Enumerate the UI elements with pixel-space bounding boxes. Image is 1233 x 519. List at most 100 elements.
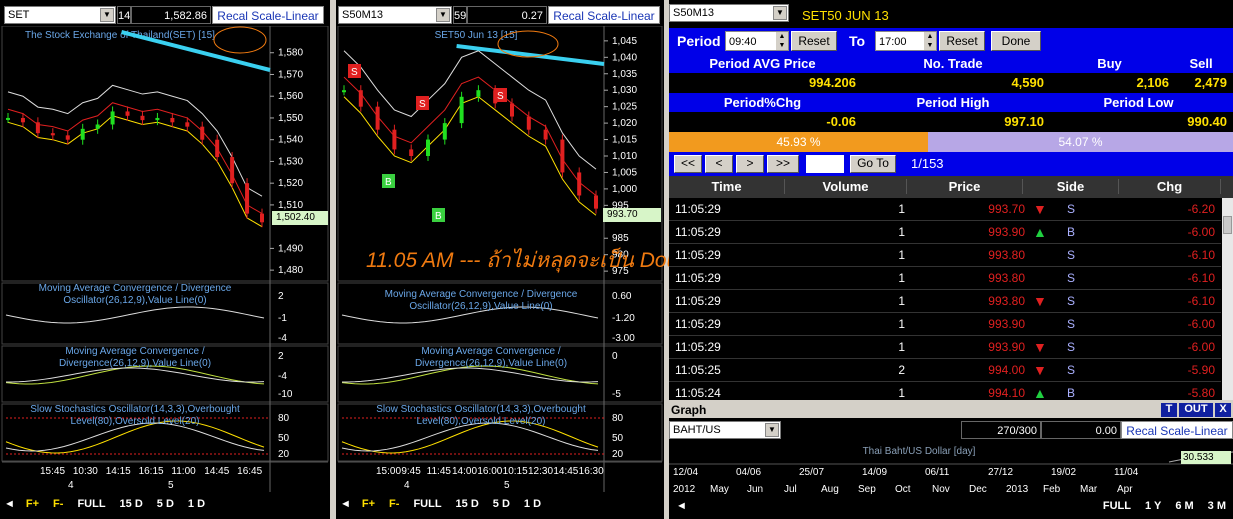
- period-button[interactable]: FULL: [1096, 500, 1138, 512]
- candle: [110, 111, 115, 125]
- 15d-button[interactable]: 15 D: [113, 498, 150, 510]
- candle: [215, 139, 220, 158]
- y-tick-label: 1,045: [612, 36, 637, 47]
- symbol-text: BAHT/US: [673, 424, 721, 436]
- done-button[interactable]: Done: [991, 31, 1041, 51]
- period-bar: ◄ F+ F- FULL 15 D 5 D 1 D: [0, 494, 330, 514]
- x-tick-label: 9:45: [401, 466, 421, 477]
- out-button[interactable]: OUT: [1179, 403, 1213, 417]
- spinner-icon[interactable]: ▲ ▼: [776, 32, 788, 50]
- table-row[interactable]: 11:05:29 1 993.90 S -6.00: [669, 313, 1221, 336]
- candle: [560, 139, 565, 173]
- 1d-button[interactable]: 1 D: [517, 498, 548, 510]
- val1-cell: 4,590: [1011, 75, 1044, 90]
- table-row[interactable]: 11:05:24 1 994.10 B -5.80 ▲: [669, 382, 1221, 400]
- spinner-icon[interactable]: ▲ ▼: [924, 32, 936, 50]
- symbol-select-set[interactable]: SET ▼: [4, 6, 116, 24]
- 5d-button[interactable]: 5 D: [150, 498, 181, 510]
- prev-page-button[interactable]: <: [705, 155, 733, 173]
- indicator-tick-label: -1.20: [612, 313, 635, 324]
- candle: [200, 126, 205, 140]
- page-input[interactable]: [806, 155, 844, 173]
- y-tick-label: 1,030: [612, 85, 637, 96]
- month-label: May: [710, 484, 729, 495]
- chevron-down-icon[interactable]: ▼: [765, 423, 779, 437]
- recal-scale-button[interactable]: Recal Scale-Linear: [212, 6, 324, 24]
- full-button[interactable]: FULL: [406, 498, 448, 510]
- graph-count: 270/300: [961, 421, 1041, 439]
- table-row[interactable]: 11:05:29 1 993.80 S -6.10: [669, 267, 1221, 290]
- scroll-left-icon[interactable]: ◄: [336, 498, 355, 510]
- reset-to-button[interactable]: Reset: [939, 31, 985, 51]
- to-time-input[interactable]: 17:00 ▲ ▼: [875, 31, 937, 51]
- 15d-button[interactable]: 15 D: [449, 498, 486, 510]
- table-row[interactable]: 11:05:29 1 993.90 S -6.00 ▼: [669, 336, 1221, 359]
- table-row[interactable]: 11:05:29 1 993.80 S -6.10: [669, 244, 1221, 267]
- f-minus-button[interactable]: F-: [382, 498, 406, 510]
- candle: [140, 115, 145, 121]
- header-num: 14: [117, 6, 131, 24]
- next-page-button[interactable]: >: [736, 155, 764, 173]
- set-chart-panel: SET ▼ 14 1,582.86 Recal Scale-Linear The…: [0, 0, 330, 519]
- symbol-select-s50[interactable]: S50M13 ▼: [338, 6, 452, 24]
- table-row[interactable]: 11:05:29 1 993.90 B -6.00 ▲: [669, 221, 1221, 244]
- graph-symbol-select[interactable]: BAHT/US ▼: [669, 421, 781, 439]
- period-button[interactable]: 6 M: [1168, 500, 1200, 512]
- column-header[interactable]: Price: [907, 179, 1023, 194]
- last-page-button[interactable]: >>: [767, 155, 799, 173]
- candle: [392, 129, 397, 150]
- table-scrollbar[interactable]: [1222, 198, 1233, 400]
- to-label: To: [849, 33, 866, 49]
- column-header[interactable]: Time: [669, 179, 785, 194]
- column-header[interactable]: Volume: [785, 179, 907, 194]
- f-plus-button[interactable]: F+: [355, 498, 382, 510]
- chevron-down-icon[interactable]: ▼: [773, 6, 787, 20]
- candle: [426, 139, 430, 156]
- y-tick-label: 1,480: [278, 265, 303, 276]
- period-label: Period: [677, 33, 721, 49]
- chevron-down-icon[interactable]: ▼: [100, 8, 114, 22]
- arrow-up-icon: ▲: [1033, 224, 1047, 240]
- trend-line: [121, 30, 271, 72]
- 5d-button[interactable]: 5 D: [486, 498, 517, 510]
- close-x-button[interactable]: X: [1215, 403, 1231, 417]
- month-label: Feb: [1043, 484, 1061, 495]
- graph-recal-button[interactable]: Recal Scale-Linear: [1121, 421, 1233, 439]
- period-button[interactable]: 1 Y: [1138, 500, 1168, 512]
- chevron-down-icon[interactable]: ▼: [436, 8, 450, 22]
- scroll-thumb[interactable]: [1223, 216, 1232, 234]
- first-page-button[interactable]: <<: [674, 155, 702, 173]
- from-time-input[interactable]: 09:40 ▲ ▼: [725, 31, 789, 51]
- full-button[interactable]: FULL: [70, 498, 112, 510]
- table-row[interactable]: 11:05:29 1 993.70 S -6.20 ▼: [669, 198, 1221, 221]
- 1d-button[interactable]: 1 D: [181, 498, 212, 510]
- scroll-left-icon[interactable]: ◄: [669, 500, 694, 512]
- table-row[interactable]: 11:05:29 1 993.80 S -6.10 ▼: [669, 290, 1221, 313]
- recal-scale-button[interactable]: Recal Scale-Linear: [548, 6, 660, 24]
- buy-ratio: 45.93 %: [669, 132, 929, 152]
- ticker-header: S50M13 ▼ SET50 JUN 13: [669, 0, 1233, 28]
- candle: [526, 116, 531, 130]
- scroll-left-icon[interactable]: ◄: [0, 498, 19, 510]
- table-row[interactable]: 11:05:25 2 994.00 S -5.90 ▼: [669, 359, 1221, 382]
- table-cell: S: [1066, 271, 1075, 285]
- t-button[interactable]: T: [1161, 403, 1177, 417]
- indicator-tick-label: 50: [278, 433, 290, 444]
- reset-from-button[interactable]: Reset: [791, 31, 837, 51]
- table-cell: -6.20: [1187, 202, 1215, 216]
- table-cell: -6.10: [1187, 271, 1215, 285]
- sell-ratio: 54.07 %: [928, 132, 1233, 152]
- column-header[interactable]: Chg: [1119, 179, 1221, 194]
- f-minus-button[interactable]: F-: [46, 498, 70, 510]
- table-cell: 11:05:25: [675, 363, 721, 377]
- period-button[interactable]: 3 M: [1201, 500, 1233, 512]
- f-plus-button[interactable]: F+: [19, 498, 46, 510]
- table-cell: 993.90: [988, 340, 1025, 354]
- goto-button[interactable]: Go To: [850, 155, 896, 173]
- signal-label: S: [419, 99, 426, 110]
- column-header[interactable]: Side: [1023, 179, 1119, 194]
- stats-header-1: Period AVG Price No. Trade Buy Sell: [669, 54, 1233, 73]
- last-price-label: 993.70: [603, 208, 661, 222]
- table-cell: 2: [898, 363, 905, 377]
- ticker-symbol-select[interactable]: S50M13 ▼: [669, 4, 789, 22]
